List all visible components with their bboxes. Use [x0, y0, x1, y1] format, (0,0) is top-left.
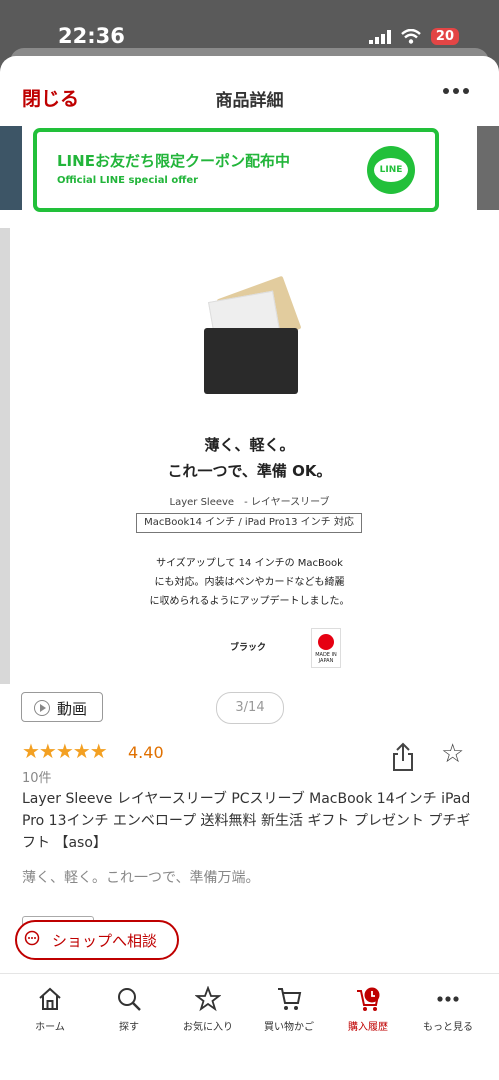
- tab-cart[interactable]: 買い物かご: [249, 986, 329, 1033]
- image-description: サイズアップして 14 インチの MacBook にも対応。内装はペンやカードな…: [149, 558, 350, 607]
- tab-favorites[interactable]: お気に入り: [168, 986, 248, 1033]
- chat-icon: [24, 930, 40, 946]
- image-color-label: ブラック: [230, 643, 267, 653]
- review-count[interactable]: 10件: [22, 767, 52, 786]
- tab-label: 探す: [119, 1022, 139, 1033]
- rating-stars: ★★★★★: [22, 739, 108, 763]
- status-time: 22:36: [58, 24, 125, 48]
- tab-home[interactable]: ホーム: [10, 986, 90, 1033]
- product-detail-sheet: 閉じる 商品詳細 LINEお友だち限定クーポン配布中 Official LINE…: [0, 56, 499, 1080]
- consult-label: ショップへ相談: [52, 932, 158, 950]
- image-carousel-prev-peek: [0, 228, 10, 684]
- tab-label: お気に入り: [183, 1022, 233, 1033]
- tab-label: 購入履歴: [348, 1022, 388, 1033]
- wifi-icon: [401, 29, 421, 44]
- image-headline: 薄く、軽く。: [204, 436, 295, 454]
- home-icon: [39, 987, 61, 1010]
- tab-label: ホーム: [35, 1022, 65, 1033]
- tab-label: 買い物かご: [264, 1022, 314, 1033]
- image-compat-box: MacBook14 インチ / iPad Pro13 インチ 対応: [136, 513, 362, 533]
- banner-carousel-next-peek[interactable]: [477, 126, 499, 210]
- tab-search[interactable]: 探す: [89, 986, 169, 1033]
- favorite-star-icon[interactable]: ☆: [441, 741, 464, 767]
- more-icon: [437, 996, 459, 1002]
- banner-sub-text: Official LINE special offer: [57, 175, 199, 186]
- bottom-tab-bar: ホーム 探す お気に入り 買い物かご 購入履歴 もっと見る: [0, 973, 499, 1080]
- page-title: 商品詳細: [215, 91, 284, 111]
- more-options-icon[interactable]: [443, 88, 469, 94]
- signal-icon: [368, 29, 391, 44]
- line-logo-text: LINE: [374, 158, 408, 182]
- status-icons: 20: [368, 28, 459, 45]
- star-icon: [195, 986, 221, 1012]
- line-logo-icon: LINE: [367, 146, 415, 194]
- rating-value[interactable]: 4.40: [128, 743, 164, 762]
- battery-indicator: 20: [430, 28, 459, 45]
- consult-shop-button[interactable]: ショップへ相談: [15, 920, 179, 960]
- video-label: 動画: [57, 700, 88, 718]
- video-button[interactable]: 動画: [21, 692, 103, 722]
- line-coupon-banner[interactable]: LINEお友だち限定クーポン配布中 Official LINE special …: [33, 128, 439, 212]
- sleeve-pouch-illustration: [204, 328, 298, 394]
- purchase-history-icon: [357, 987, 380, 1011]
- search-icon: [118, 988, 141, 1011]
- tab-label: もっと見る: [423, 1022, 473, 1033]
- made-in-japan-badge: MADE IN JAPAN: [311, 628, 341, 668]
- product-catchcopy: 薄く、軽く。これ一つで、準備万端。: [22, 870, 260, 886]
- banner-carousel-prev-peek[interactable]: [0, 126, 22, 210]
- banner-main-text: LINEお友だち限定クーポン配布中: [57, 152, 290, 170]
- image-headline: これ一つで、準備 OK。: [167, 462, 332, 480]
- product-title: Layer Sleeve レイヤースリーブ PCスリーブ MacBook 14イ…: [22, 791, 471, 851]
- tab-more[interactable]: もっと見る: [408, 986, 488, 1033]
- play-icon: [34, 700, 50, 716]
- tab-purchase-history[interactable]: 購入履歴: [328, 986, 408, 1033]
- share-icon[interactable]: [392, 742, 414, 772]
- image-pager: 3/14: [216, 692, 284, 724]
- cart-icon: [278, 988, 302, 1010]
- image-product-name: Layer Sleeve - レイヤースリーブ: [169, 497, 330, 508]
